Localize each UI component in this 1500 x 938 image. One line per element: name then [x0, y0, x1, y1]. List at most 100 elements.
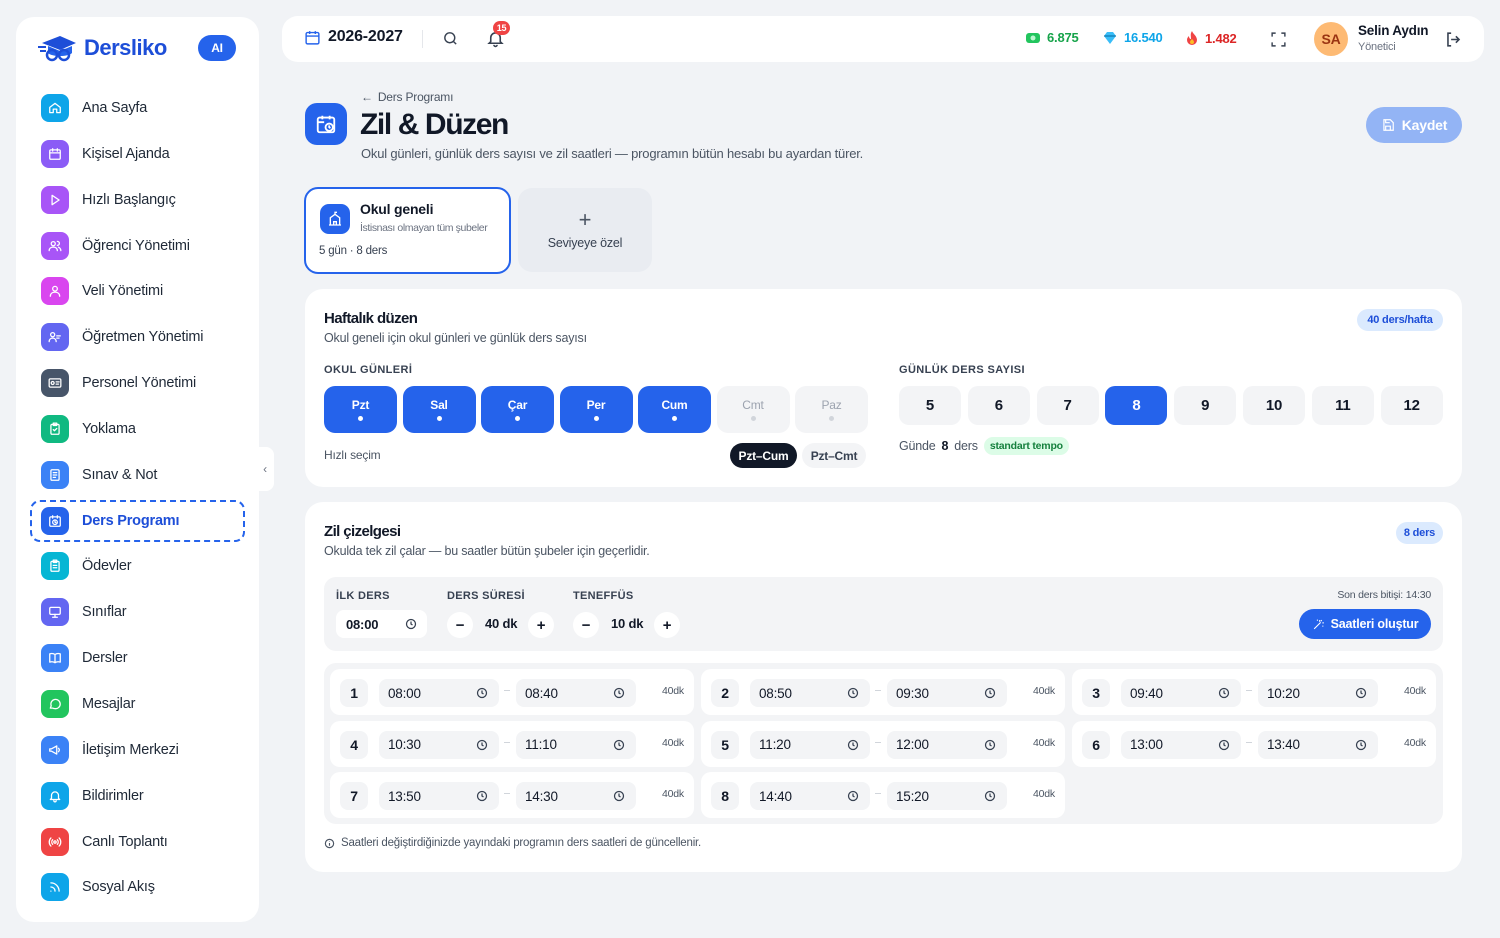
fullscreen-icon[interactable]: [1270, 31, 1287, 48]
day-toggle[interactable]: Çar: [481, 386, 554, 433]
period-end-value: 10:20: [1267, 685, 1300, 701]
daily-count-option[interactable]: 11: [1311, 386, 1374, 425]
clock-icon: [613, 739, 625, 751]
stat-money[interactable]: 6.875: [1025, 30, 1079, 45]
sidebar-item-exam[interactable]: Sınav & Not: [30, 454, 245, 496]
daily-count-option[interactable]: 12: [1380, 386, 1443, 425]
sidebar-item-bell[interactable]: Bildirimler: [30, 775, 245, 817]
period-end-input[interactable]: 10:20: [1258, 679, 1378, 707]
quick-select-mon-fri[interactable]: Pzt–Cum: [730, 443, 797, 468]
search-icon[interactable]: [442, 30, 459, 47]
day-toggle[interactable]: Sal: [402, 386, 476, 433]
stat-streak[interactable]: 1.482: [1185, 30, 1237, 46]
breadcrumb[interactable]: ← Ders Programı: [361, 90, 453, 104]
lesson-duration-value: 40 dk: [485, 616, 518, 631]
weekly-layout-card: Haftalık düzen Okul geneli için okul gün…: [305, 289, 1462, 487]
period-end-value: 08:40: [525, 685, 558, 701]
stat-gems[interactable]: 16.540: [1102, 30, 1163, 45]
clock-icon: [1355, 687, 1367, 699]
daily-count-option[interactable]: 7: [1036, 386, 1099, 425]
clock-icon: [1218, 687, 1230, 699]
sidebar-item-users[interactable]: Öğrenci Yönetimi: [30, 225, 245, 267]
period-start-input[interactable]: 14:40: [750, 782, 870, 811]
daily-count-option[interactable]: 9: [1174, 386, 1237, 425]
academic-year-selector[interactable]: 2026-2027: [304, 28, 403, 46]
period-end-input[interactable]: 13:40: [1258, 730, 1378, 759]
sidebar-item-calendar[interactable]: Kişisel Ajanda: [30, 133, 245, 175]
day-toggle[interactable]: Paz: [795, 386, 868, 433]
sidebar-item-rss[interactable]: Sosyal Akış: [30, 866, 245, 908]
brand-logo[interactable]: Dersliko: [38, 33, 167, 63]
day-toggle[interactable]: Pzt: [324, 386, 397, 433]
daily-count-option[interactable]: 8: [1105, 386, 1168, 425]
breadcrumb-link[interactable]: Ders Programı: [378, 90, 454, 104]
sidebar-item-teacher[interactable]: Öğretmen Yönetimi: [30, 316, 245, 358]
period-end-input[interactable]: 08:40: [516, 679, 636, 707]
time-separator: [504, 690, 510, 691]
period-end-input[interactable]: 14:30: [516, 782, 636, 811]
save-button[interactable]: Kaydet: [1366, 107, 1462, 143]
sidebar-item-chat[interactable]: Mesajlar: [30, 683, 245, 725]
sidebar-item-monitor[interactable]: Sınıflar: [30, 591, 245, 633]
sidebar-item-play[interactable]: Hızlı Başlangıç: [30, 179, 245, 221]
period-start-input[interactable]: 08:00: [379, 679, 499, 707]
sidebar-item-calendar-clock[interactable]: Ders Programı: [30, 499, 245, 542]
lesson-count-badge: 8 ders: [1396, 522, 1443, 544]
id-card-icon: [41, 369, 69, 398]
period-end-input[interactable]: 11:10: [516, 730, 636, 759]
period-start-input[interactable]: 11:20: [750, 730, 870, 759]
parents-icon: [41, 277, 69, 306]
sidebar-item-parents[interactable]: Veli Yönetimi: [30, 270, 245, 312]
avatar[interactable]: SA: [1314, 22, 1348, 56]
time-separator: [504, 741, 510, 743]
period-start-input[interactable]: 09:40: [1121, 679, 1241, 707]
duration-decrement-button[interactable]: −: [447, 612, 473, 638]
daily-count-option[interactable]: 5: [899, 386, 961, 425]
play-icon: [41, 185, 69, 214]
chat-icon: [41, 689, 69, 718]
period-start-input[interactable]: 08:50: [750, 679, 870, 707]
day-status-dot: [750, 416, 756, 421]
sidebar-item-id-card[interactable]: Personel Yönetimi: [30, 362, 245, 404]
day-toggle[interactable]: Cum: [638, 386, 711, 433]
period-start-input[interactable]: 10:30: [379, 730, 499, 759]
sidebar-item-book[interactable]: Dersler: [30, 637, 245, 679]
scope-card-school-wide[interactable]: Okul geneli İstisnası olmayan tüm şubele…: [304, 187, 511, 274]
period-end-input[interactable]: 12:00: [887, 730, 1007, 759]
break-decrement-button[interactable]: −: [573, 612, 599, 638]
period-row: 5 11:20 12:00 40dk: [701, 720, 1065, 767]
period-end-input[interactable]: 15:20: [887, 782, 1007, 811]
period-duration: 40dk: [662, 736, 684, 749]
sidebar-item-label: Ödevler: [82, 558, 132, 575]
first-lesson-time-input[interactable]: 08:00: [336, 610, 427, 638]
period-end-input[interactable]: 09:30: [887, 679, 1007, 707]
day-toggle[interactable]: Cmt: [716, 386, 790, 433]
ai-button[interactable]: AI: [198, 35, 236, 61]
add-level-scope-button[interactable]: + Seviyeye özel: [518, 188, 652, 272]
sidebar-item-broadcast[interactable]: Canlı Toplantı: [30, 821, 245, 863]
daily-count-option[interactable]: 6: [967, 386, 1030, 425]
generate-times-button[interactable]: Saatleri oluştur: [1299, 609, 1431, 639]
logout-icon[interactable]: [1444, 30, 1463, 49]
sidebar-item-megaphone[interactable]: İletişim Merkezi: [30, 729, 245, 771]
sidebar-collapse-button[interactable]: ‹: [256, 447, 274, 491]
minus-icon: −: [581, 616, 591, 634]
break-increment-button[interactable]: +: [654, 612, 680, 638]
stat-gems-value: 16.540: [1124, 30, 1163, 45]
quick-select-mon-sat[interactable]: Pzt–Cmt: [802, 443, 866, 468]
sidebar-item-clipboard-check[interactable]: Yoklama: [30, 408, 245, 450]
daily-count-option[interactable]: 10: [1243, 386, 1305, 425]
notification-count-badge: 15: [493, 21, 510, 35]
plus-icon: +: [662, 616, 672, 634]
sidebar-item-clipboard[interactable]: Ödevler: [30, 545, 245, 587]
duration-increment-button[interactable]: +: [528, 612, 554, 638]
time-separator: [1246, 741, 1252, 743]
period-start-input[interactable]: 13:50: [379, 782, 499, 811]
clock-icon: [476, 687, 488, 699]
sidebar-item-label: Kişisel Ajanda: [82, 145, 170, 162]
sidebar-item-home[interactable]: Ana Sayfa: [30, 87, 245, 129]
bell-subtitle: Okulda tek zil çalar — bu saatler bütün …: [324, 544, 650, 558]
period-start-input[interactable]: 13:00: [1121, 730, 1241, 759]
day-toggle[interactable]: Per: [559, 386, 633, 433]
weekly-total-badge: 40 ders/hafta: [1357, 309, 1443, 331]
